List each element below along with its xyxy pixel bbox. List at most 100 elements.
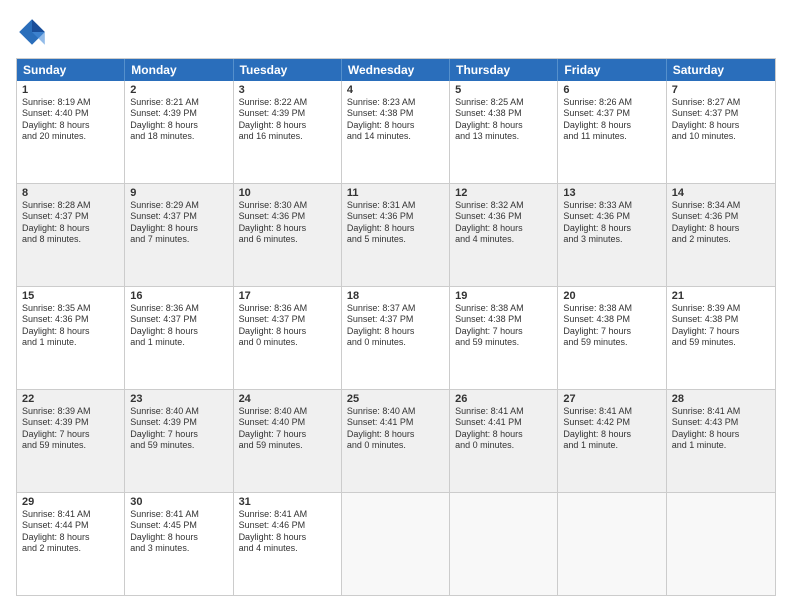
- day-info-line-3: Daylight: 7 hours: [130, 429, 227, 440]
- day-cell-13: 13Sunrise: 8:33 AMSunset: 4:36 PMDayligh…: [558, 184, 666, 286]
- day-info-line-2: Sunset: 4:36 PM: [563, 211, 660, 222]
- day-info-line-1: Sunrise: 8:29 AM: [130, 200, 227, 211]
- day-info-line-4: and 11 minutes.: [563, 131, 660, 142]
- day-number: 8: [22, 187, 119, 199]
- day-info-line-3: Daylight: 8 hours: [563, 120, 660, 131]
- day-number: 12: [455, 187, 552, 199]
- day-info-line-1: Sunrise: 8:33 AM: [563, 200, 660, 211]
- day-info-line-2: Sunset: 4:38 PM: [455, 108, 552, 119]
- day-info-line-1: Sunrise: 8:38 AM: [563, 303, 660, 314]
- day-cell-31: 31Sunrise: 8:41 AMSunset: 4:46 PMDayligh…: [234, 493, 342, 595]
- day-cell-17: 17Sunrise: 8:36 AMSunset: 4:37 PMDayligh…: [234, 287, 342, 389]
- day-info-line-4: and 1 minute.: [563, 440, 660, 451]
- day-info-line-4: and 2 minutes.: [22, 543, 119, 554]
- day-info-line-3: Daylight: 8 hours: [672, 223, 770, 234]
- day-cell-14: 14Sunrise: 8:34 AMSunset: 4:36 PMDayligh…: [667, 184, 775, 286]
- day-info-line-1: Sunrise: 8:27 AM: [672, 97, 770, 108]
- day-cell-21: 21Sunrise: 8:39 AMSunset: 4:38 PMDayligh…: [667, 287, 775, 389]
- day-cell-23: 23Sunrise: 8:40 AMSunset: 4:39 PMDayligh…: [125, 390, 233, 492]
- weekday-header-monday: Monday: [125, 59, 233, 81]
- day-cell-12: 12Sunrise: 8:32 AMSunset: 4:36 PMDayligh…: [450, 184, 558, 286]
- day-info-line-1: Sunrise: 8:40 AM: [347, 406, 444, 417]
- day-info-line-3: Daylight: 8 hours: [672, 429, 770, 440]
- day-info-line-3: Daylight: 8 hours: [455, 429, 552, 440]
- day-cell-28: 28Sunrise: 8:41 AMSunset: 4:43 PMDayligh…: [667, 390, 775, 492]
- day-number: 30: [130, 496, 227, 508]
- day-info-line-4: and 1 minute.: [22, 337, 119, 348]
- day-cell-8: 8Sunrise: 8:28 AMSunset: 4:37 PMDaylight…: [17, 184, 125, 286]
- day-info-line-3: Daylight: 8 hours: [130, 120, 227, 131]
- day-info-line-1: Sunrise: 8:31 AM: [347, 200, 444, 211]
- calendar-week-2: 8Sunrise: 8:28 AMSunset: 4:37 PMDaylight…: [17, 184, 775, 287]
- day-cell-18: 18Sunrise: 8:37 AMSunset: 4:37 PMDayligh…: [342, 287, 450, 389]
- day-info-line-3: Daylight: 8 hours: [130, 223, 227, 234]
- empty-cell: [558, 493, 666, 595]
- day-cell-16: 16Sunrise: 8:36 AMSunset: 4:37 PMDayligh…: [125, 287, 233, 389]
- empty-cell: [342, 493, 450, 595]
- day-number: 14: [672, 187, 770, 199]
- day-info-line-4: and 10 minutes.: [672, 131, 770, 142]
- day-info-line-4: and 8 minutes.: [22, 234, 119, 245]
- day-info-line-4: and 4 minutes.: [239, 543, 336, 554]
- day-info-line-3: Daylight: 7 hours: [563, 326, 660, 337]
- day-info-line-4: and 2 minutes.: [672, 234, 770, 245]
- weekday-header-wednesday: Wednesday: [342, 59, 450, 81]
- day-info-line-3: Daylight: 8 hours: [347, 120, 444, 131]
- day-info-line-1: Sunrise: 8:35 AM: [22, 303, 119, 314]
- day-info-line-1: Sunrise: 8:41 AM: [130, 509, 227, 520]
- day-cell-20: 20Sunrise: 8:38 AMSunset: 4:38 PMDayligh…: [558, 287, 666, 389]
- day-info-line-4: and 1 minute.: [672, 440, 770, 451]
- header: [16, 16, 776, 48]
- day-info-line-1: Sunrise: 8:32 AM: [455, 200, 552, 211]
- day-info-line-1: Sunrise: 8:19 AM: [22, 97, 119, 108]
- day-info-line-2: Sunset: 4:37 PM: [22, 211, 119, 222]
- day-info-line-4: and 18 minutes.: [130, 131, 227, 142]
- day-info-line-2: Sunset: 4:40 PM: [22, 108, 119, 119]
- day-info-line-3: Daylight: 8 hours: [22, 223, 119, 234]
- day-info-line-4: and 1 minute.: [130, 337, 227, 348]
- day-info-line-2: Sunset: 4:39 PM: [239, 108, 336, 119]
- day-number: 10: [239, 187, 336, 199]
- day-info-line-1: Sunrise: 8:41 AM: [672, 406, 770, 417]
- day-info-line-1: Sunrise: 8:22 AM: [239, 97, 336, 108]
- day-number: 22: [22, 393, 119, 405]
- day-info-line-3: Daylight: 8 hours: [130, 326, 227, 337]
- day-info-line-3: Daylight: 7 hours: [455, 326, 552, 337]
- page: SundayMondayTuesdayWednesdayThursdayFrid…: [0, 0, 792, 612]
- day-info-line-2: Sunset: 4:45 PM: [130, 520, 227, 531]
- day-info-line-2: Sunset: 4:41 PM: [455, 417, 552, 428]
- day-number: 1: [22, 84, 119, 96]
- day-info-line-2: Sunset: 4:37 PM: [672, 108, 770, 119]
- empty-cell: [667, 493, 775, 595]
- day-info-line-3: Daylight: 8 hours: [672, 120, 770, 131]
- day-info-line-2: Sunset: 4:37 PM: [563, 108, 660, 119]
- day-number: 26: [455, 393, 552, 405]
- day-info-line-3: Daylight: 8 hours: [239, 532, 336, 543]
- day-number: 24: [239, 393, 336, 405]
- day-info-line-3: Daylight: 7 hours: [672, 326, 770, 337]
- day-cell-11: 11Sunrise: 8:31 AMSunset: 4:36 PMDayligh…: [342, 184, 450, 286]
- logo-icon: [16, 16, 48, 48]
- day-info-line-2: Sunset: 4:39 PM: [22, 417, 119, 428]
- day-info-line-4: and 0 minutes.: [347, 440, 444, 451]
- day-number: 9: [130, 187, 227, 199]
- day-info-line-2: Sunset: 4:36 PM: [672, 211, 770, 222]
- day-cell-10: 10Sunrise: 8:30 AMSunset: 4:36 PMDayligh…: [234, 184, 342, 286]
- day-info-line-2: Sunset: 4:43 PM: [672, 417, 770, 428]
- day-info-line-2: Sunset: 4:44 PM: [22, 520, 119, 531]
- day-info-line-1: Sunrise: 8:38 AM: [455, 303, 552, 314]
- calendar-week-4: 22Sunrise: 8:39 AMSunset: 4:39 PMDayligh…: [17, 390, 775, 493]
- day-info-line-3: Daylight: 8 hours: [22, 326, 119, 337]
- day-info-line-3: Daylight: 7 hours: [239, 429, 336, 440]
- day-cell-4: 4Sunrise: 8:23 AMSunset: 4:38 PMDaylight…: [342, 81, 450, 183]
- day-info-line-4: and 59 minutes.: [563, 337, 660, 348]
- day-cell-1: 1Sunrise: 8:19 AMSunset: 4:40 PMDaylight…: [17, 81, 125, 183]
- day-info-line-4: and 3 minutes.: [563, 234, 660, 245]
- day-cell-22: 22Sunrise: 8:39 AMSunset: 4:39 PMDayligh…: [17, 390, 125, 492]
- day-info-line-4: and 6 minutes.: [239, 234, 336, 245]
- day-number: 23: [130, 393, 227, 405]
- calendar-week-5: 29Sunrise: 8:41 AMSunset: 4:44 PMDayligh…: [17, 493, 775, 595]
- day-info-line-2: Sunset: 4:36 PM: [239, 211, 336, 222]
- calendar: SundayMondayTuesdayWednesdayThursdayFrid…: [16, 58, 776, 596]
- day-info-line-2: Sunset: 4:36 PM: [455, 211, 552, 222]
